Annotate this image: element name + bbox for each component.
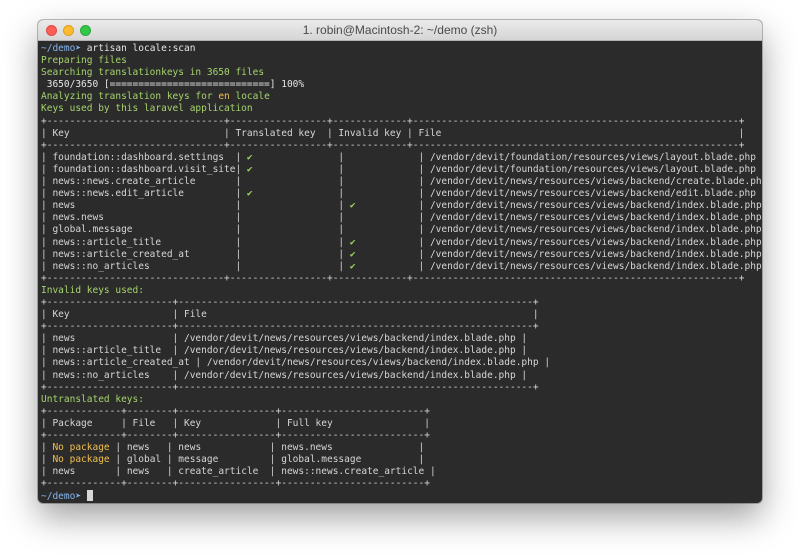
status-keys-used: Keys used by this laravel application bbox=[41, 103, 253, 115]
window-title: 1. robin@Macintosh-2: ~/demo (zsh) bbox=[302, 23, 498, 37]
table-row: | No package | news | news | news.news | bbox=[41, 442, 425, 454]
command-text: artisan locale:scan bbox=[86, 43, 196, 54]
table-row: | news | news | create_article | news::n… bbox=[41, 466, 436, 478]
progress-bar-line: 3650/3650 [============================]… bbox=[41, 79, 305, 91]
table-row: | news::no_articles | /vendor/devit/news… bbox=[41, 369, 528, 381]
checkmark-icon: ✔ bbox=[246, 163, 253, 175]
invalid-keys-title: Invalid keys used: bbox=[41, 284, 144, 296]
prompt-line[interactable]: ~/demo➤ bbox=[41, 490, 762, 502]
untranslated-table-header: | Package | File | Key | Full key | bbox=[41, 417, 430, 429]
invalid-table-border: +----------------------+----------------… bbox=[41, 296, 539, 308]
invalid-table-border: +----------------------+----------------… bbox=[41, 321, 539, 333]
table-row: | news::article_created_at | /vendor/dev… bbox=[41, 357, 551, 369]
package-cell: No package bbox=[52, 442, 110, 454]
keys-table-border: +-------------------------------+-------… bbox=[41, 272, 745, 284]
table-row: | news::article_title | | ✔ | /vendor/de… bbox=[41, 236, 762, 248]
invalid-table-header: | Key | File | bbox=[41, 309, 539, 321]
table-row: | news::article_title | /vendor/devit/ne… bbox=[41, 345, 528, 357]
terminal-window: 1. robin@Macintosh-2: ~/demo (zsh) ~/dem… bbox=[38, 20, 762, 503]
table-row: | No package | global | message | global… bbox=[41, 454, 425, 466]
status-searching: Searching translationkeys in 3650 files bbox=[41, 67, 265, 79]
table-row: | global.message | | | /vendor/devit/new… bbox=[41, 224, 762, 236]
invalid-table-border: +----------------------+----------------… bbox=[41, 381, 539, 393]
untranslated-keys-title: Untranslated keys: bbox=[41, 393, 144, 405]
title-bar[interactable]: 1. robin@Macintosh-2: ~/demo (zsh) bbox=[38, 20, 762, 41]
checkmark-icon: ✔ bbox=[349, 200, 356, 212]
status-preparing: Preparing files bbox=[41, 55, 127, 67]
text-cursor bbox=[86, 490, 93, 502]
table-row: | news::news.edit_article | ✔ | | /vendo… bbox=[41, 188, 762, 200]
untranslated-table-border: +-------------+--------+----------------… bbox=[41, 430, 430, 441]
keys-table-border: +-------------------------------+-------… bbox=[41, 139, 745, 151]
table-row: | news.news | | | /vendor/devit/news/res… bbox=[41, 212, 762, 224]
checkmark-icon: ✔ bbox=[246, 151, 253, 163]
checkmark-icon: ✔ bbox=[349, 236, 356, 248]
terminal-content[interactable]: ~/demo➤ artisan locale:scan Preparing fi… bbox=[41, 41, 762, 503]
table-row: | news | | ✔ | /vendor/devit/news/resour… bbox=[41, 200, 762, 212]
table-row: | foundation::dashboard.visit_site| ✔ | … bbox=[41, 163, 762, 175]
table-row: | news::no_articles | | ✔ | /vendor/devi… bbox=[41, 260, 762, 272]
prompt-path: ~/demo bbox=[41, 491, 76, 503]
package-cell: No package bbox=[52, 454, 110, 466]
prompt-path: ~/demo bbox=[41, 43, 76, 54]
keys-table-border: +-------------------------------+-------… bbox=[41, 115, 745, 127]
package-cell: news bbox=[52, 466, 110, 478]
table-row: | news::news.create_article | | | /vendo… bbox=[41, 176, 762, 188]
status-analyzing: Analyzing translation keys for en locale bbox=[41, 91, 270, 103]
untranslated-table-border: +-------------+--------+----------------… bbox=[41, 405, 430, 417]
checkmark-icon: ✔ bbox=[349, 248, 356, 260]
checkmark-icon: ✔ bbox=[349, 260, 356, 272]
prompt-arrow-icon: ➤ bbox=[75, 491, 87, 503]
untranslated-table-border: +-------------+--------+----------------… bbox=[41, 478, 430, 490]
prompt-arrow-icon: ➤ bbox=[75, 43, 87, 54]
keys-table-header: | Key | Translated key | Invalid key | F… bbox=[41, 127, 745, 139]
table-row: | foundation::dashboard.settings | ✔ | |… bbox=[41, 151, 762, 163]
checkmark-icon: ✔ bbox=[246, 188, 253, 200]
table-row: | news::article_created_at | | ✔ | /vend… bbox=[41, 248, 762, 260]
table-row: | news | /vendor/devit/news/resources/vi… bbox=[41, 333, 528, 345]
locale-label: en bbox=[218, 91, 230, 103]
command-line: ~/demo➤ artisan locale:scan bbox=[41, 43, 762, 55]
